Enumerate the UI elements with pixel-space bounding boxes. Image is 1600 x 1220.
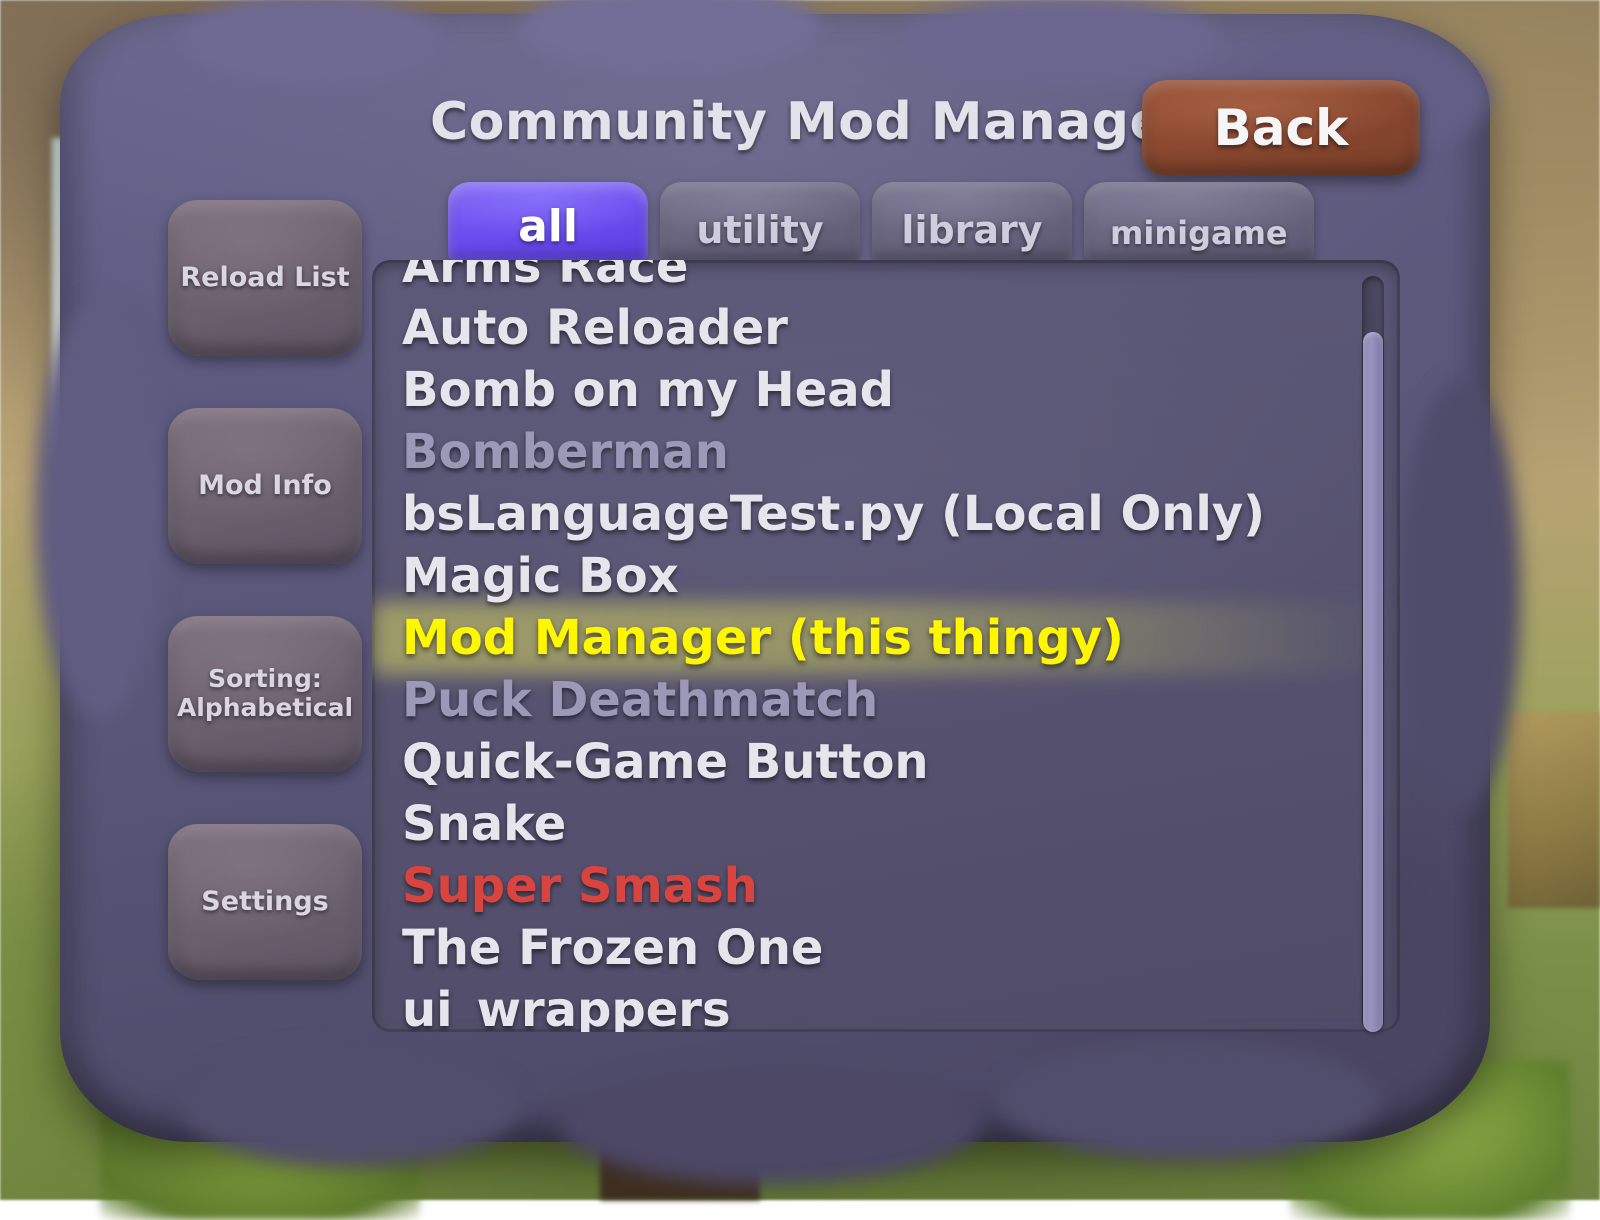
sidebar-item-label: Reload List <box>180 262 349 293</box>
mod-list-item[interactable]: Bomberman <box>402 421 729 483</box>
mod-list-item-label: Snake <box>402 796 566 852</box>
mod-list-item-label: Bomb on my Head <box>402 362 894 418</box>
scrollbar-thumb[interactable] <box>1363 332 1383 1032</box>
mod-list-item[interactable]: Snake <box>402 793 566 855</box>
tab-library[interactable]: library <box>872 182 1072 260</box>
mod-list-item-label: ui_wrappers <box>402 982 731 1032</box>
mod-list-item-label: Bomberman <box>402 424 729 480</box>
mod-list-item-label: Magic Box <box>402 548 679 604</box>
mod-list-item-label: Quick-Game Button <box>402 734 929 790</box>
mod-list-item[interactable]: The Frozen One <box>402 917 823 979</box>
sidebar-item-sorting[interactable]: Sorting: Alphabetical <box>168 616 362 772</box>
mod-list[interactable]: Arms Race Auto Reloader Bomb on my Head Bom… <box>372 260 1400 1032</box>
mod-list-item[interactable]: Arms Race <box>402 260 688 297</box>
sorting-label-line1: Sorting: <box>177 665 353 694</box>
sidebar-item-label: Mod Info <box>198 470 332 501</box>
mod-list-item[interactable]: Puck Deathmatch <box>402 669 878 731</box>
mod-list-item[interactable]: Super Smash <box>402 855 758 917</box>
sidebar-item-label: Sorting: Alphabetical <box>177 665 353 723</box>
sidebar-item-mod-info[interactable]: Mod Info <box>168 408 362 564</box>
mod-list-item-label: Mod Manager (this thingy) <box>402 610 1124 666</box>
mod-list-item-label: Super Smash <box>402 858 758 914</box>
tab-minigame[interactable]: minigame <box>1084 182 1314 260</box>
mod-list-item-label: bsLanguageTest.py (Local Only) <box>402 486 1265 542</box>
mod-list-item-label: Auto Reloader <box>402 300 788 356</box>
mod-list-item[interactable]: Bomb on my Head <box>402 359 894 421</box>
mod-list-panel: Arms Race Auto Reloader Bomb on my Head Bom… <box>372 260 1400 1032</box>
tab-utility-label: utility <box>696 208 823 252</box>
mod-list-item-label: Puck Deathmatch <box>402 672 878 728</box>
mod-list-item-label: Arms Race <box>402 260 688 294</box>
sidebar: Reload List Mod Info Sorting: Alphabetic… <box>168 200 362 1032</box>
tab-minigame-label: minigame <box>1110 214 1288 252</box>
sorting-label-line2: Alphabetical <box>177 694 353 723</box>
sidebar-item-reload-list[interactable]: Reload List <box>168 200 362 356</box>
back-button[interactable]: Back <box>1142 80 1420 176</box>
mod-list-item[interactable]: Quick-Game Button <box>402 731 929 793</box>
sidebar-item-settings[interactable]: Settings <box>168 824 362 980</box>
tab-library-label: library <box>901 208 1042 252</box>
mod-list-item[interactable]: Magic Box <box>402 545 679 607</box>
tab-all-label: all <box>518 201 578 252</box>
tab-all[interactable]: all <box>448 182 648 260</box>
mod-list-item[interactable]: Auto Reloader <box>402 297 788 359</box>
page-title: Community Mod Manager <box>430 92 1130 152</box>
mod-list-item-label: The Frozen One <box>402 920 823 976</box>
background-crate <box>1508 712 1600 908</box>
mod-list-item[interactable]: bsLanguageTest.py (Local Only) <box>402 483 1265 545</box>
back-button-label: Back <box>1214 99 1349 157</box>
mod-list-item[interactable]: Mod Manager (this thingy) <box>402 607 1124 669</box>
category-tab-bar: all utility library minigame <box>448 182 1314 260</box>
tab-utility[interactable]: utility <box>660 182 860 260</box>
sidebar-item-label: Settings <box>201 886 328 917</box>
mod-list-item[interactable]: ui_wrappers <box>402 979 731 1032</box>
